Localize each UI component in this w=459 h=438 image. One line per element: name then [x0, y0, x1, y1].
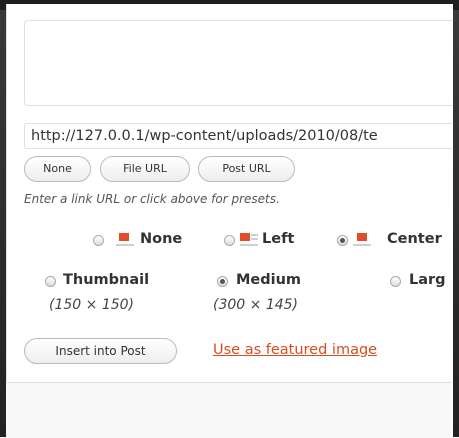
align-left-label: Left — [262, 231, 295, 247]
align-none-icon — [116, 232, 134, 246]
size-medium-label: Medium — [236, 272, 302, 288]
size-thumbnail-radio[interactable] — [45, 276, 56, 287]
link-file-url-button[interactable]: File URL — [100, 156, 190, 182]
align-center-label: Center — [387, 231, 442, 247]
size-medium-dims: (300 × 145) — [213, 297, 298, 313]
align-left-radio[interactable] — [224, 235, 235, 246]
link-url-input[interactable]: http://127.0.0.1/wp-content/uploads/2010… — [24, 123, 452, 149]
link-none-button[interactable]: None — [24, 156, 91, 182]
link-post-url-button[interactable]: Post URL — [198, 156, 295, 182]
align-none-label: None — [140, 231, 183, 247]
size-thumbnail-dims: (150 × 150) — [49, 297, 134, 313]
align-center-radio[interactable] — [337, 235, 348, 246]
align-none-radio[interactable] — [93, 235, 104, 246]
size-large-label: Larg — [409, 272, 446, 288]
link-help-text: Enter a link URL or click above for pres… — [24, 192, 280, 206]
use-as-featured-image-link[interactable]: Use as featured image — [213, 342, 377, 358]
panel-footer-area — [6, 382, 452, 438]
insert-into-post-button[interactable]: Insert into Post — [24, 338, 177, 364]
size-medium-radio[interactable] — [217, 276, 228, 287]
size-large-radio[interactable] — [390, 276, 401, 287]
caption-textarea[interactable] — [24, 20, 453, 106]
size-thumbnail-label: Thumbnail — [63, 272, 150, 288]
window-frame-right — [452, 0, 459, 437]
align-center-icon — [353, 232, 371, 246]
align-left-icon — [240, 232, 258, 246]
